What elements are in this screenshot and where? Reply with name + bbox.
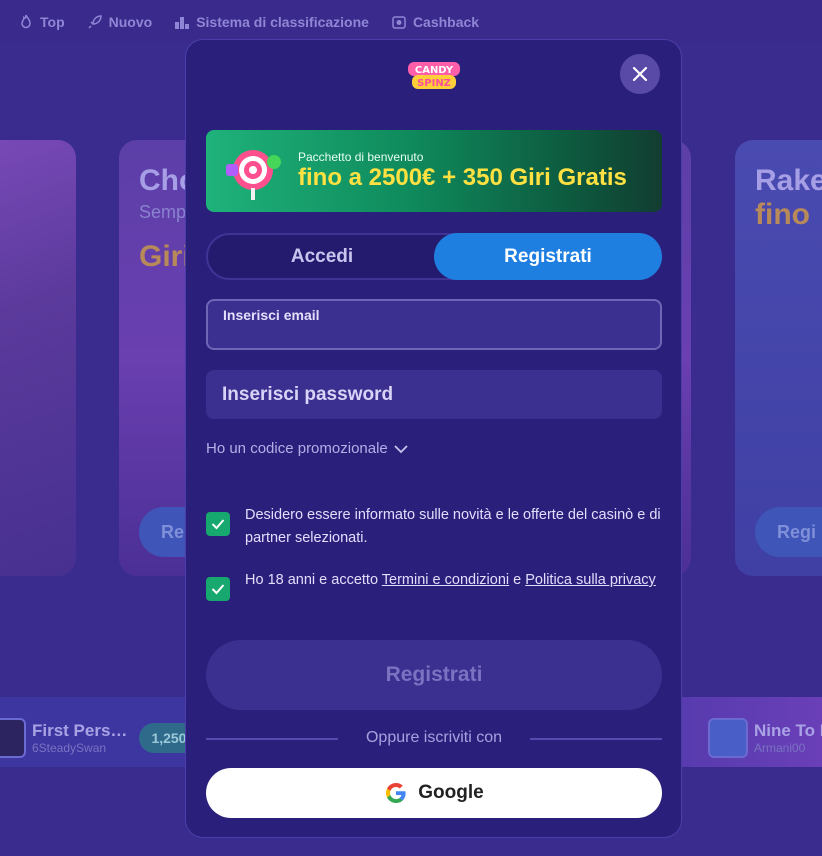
close-icon xyxy=(632,66,648,82)
top-navigation: Top Nuovo Sistema di classificazione Cas… xyxy=(0,0,822,44)
podium-icon xyxy=(175,17,190,29)
chevron-down-icon xyxy=(394,444,408,453)
banner-highlight: fino xyxy=(755,198,810,231)
nav-label: Top xyxy=(40,14,65,30)
terms-link[interactable]: Termini e condizioni xyxy=(382,572,509,588)
email-label: Inserisci email xyxy=(223,307,320,323)
privacy-link[interactable]: Politica sulla privacy xyxy=(525,572,656,588)
registration-modal: CANDY SPINZ Pacchetto di benvenuto fino … xyxy=(185,39,682,838)
promo-code-toggle[interactable]: Ho un codice promozionale xyxy=(206,440,408,457)
game-thumbnail xyxy=(0,718,26,758)
rocket-icon xyxy=(88,15,102,29)
nav-item-cashback[interactable]: Cashback xyxy=(391,14,479,30)
social-divider: Oppure iscriviti con xyxy=(206,729,662,749)
flame-icon xyxy=(21,14,31,29)
nav-label: Sistema di classificazione xyxy=(196,14,369,30)
winner-item[interactable]: First Pers… 6SteadySwan 1,250 xyxy=(0,714,199,762)
banner-left[interactable] xyxy=(0,140,76,576)
candy-spinz-logo: CANDY SPINZ xyxy=(408,62,460,89)
banner-title: Rake xyxy=(755,164,822,197)
cashback-icon xyxy=(392,16,406,29)
consent-news-text: Desidero essere informato sulle novità e… xyxy=(245,507,661,546)
google-signup-button[interactable]: Google xyxy=(206,768,662,818)
consent-news-row: Desidero essere informato sulle novità e… xyxy=(206,504,662,550)
tab-login[interactable]: Accedi xyxy=(208,233,436,280)
checkmark-icon xyxy=(211,519,225,530)
winner-game: First Pers… xyxy=(32,721,128,740)
consent-age-text: Ho 18 anni e accetto Termini e condizion… xyxy=(245,569,656,601)
auth-tabs: Accedi Registrati xyxy=(206,233,662,280)
winner-item[interactable]: Nine To I Armani00 xyxy=(708,714,822,762)
banner-subtitle: Semp xyxy=(139,202,187,222)
divider-line xyxy=(530,738,662,740)
promo-offer: fino a 2500€ + 350 Giri Gratis xyxy=(298,164,627,191)
register-submit-button[interactable]: Registrati xyxy=(206,640,662,710)
winner-game: Nine To I xyxy=(754,721,822,740)
banner-highlight: Giri xyxy=(139,240,191,273)
google-icon xyxy=(386,783,406,803)
consent-age-checkbox[interactable] xyxy=(206,577,230,601)
nav-item-ranking[interactable]: Sistema di classificazione xyxy=(174,14,369,30)
promo-caption: Pacchetto di benvenuto xyxy=(298,150,424,164)
consent-news-checkbox[interactable] xyxy=(206,512,230,536)
tab-register[interactable]: Registrati xyxy=(434,233,662,280)
close-button[interactable] xyxy=(620,54,660,94)
nav-label: Nuovo xyxy=(108,14,153,30)
nav-item-top[interactable]: Top xyxy=(18,14,65,30)
google-label: Google xyxy=(418,782,484,803)
checkmark-icon xyxy=(211,584,225,595)
winner-user: Armani00 xyxy=(754,741,806,755)
banner-right[interactable]: Rake fino Regi xyxy=(735,140,822,576)
promo-code-label: Ho un codice promozionale xyxy=(206,440,388,457)
welcome-promo-banner: Pacchetto di benvenuto fino a 2500€ + 35… xyxy=(206,130,662,212)
consent-age-row: Ho 18 anni e accetto Termini e condizion… xyxy=(206,569,662,601)
email-field[interactable]: Inserisci email xyxy=(206,299,662,350)
consent-age-prefix: Ho 18 anni e accetto xyxy=(245,572,382,588)
consent-age-middle: e xyxy=(509,572,526,588)
svg-text:SPINZ: SPINZ xyxy=(417,78,451,89)
password-input[interactable] xyxy=(222,370,642,419)
svg-text:CANDY: CANDY xyxy=(415,65,454,76)
nav-item-new[interactable]: Nuovo xyxy=(87,14,153,30)
lollipop-candy-icon xyxy=(226,150,281,200)
nav-label: Cashback xyxy=(412,14,480,30)
password-field[interactable] xyxy=(206,370,662,419)
winner-user: 6SteadySwan xyxy=(32,741,107,755)
banner-button[interactable]: Regi xyxy=(755,507,822,557)
email-input[interactable] xyxy=(223,325,643,345)
game-thumbnail xyxy=(708,718,748,758)
